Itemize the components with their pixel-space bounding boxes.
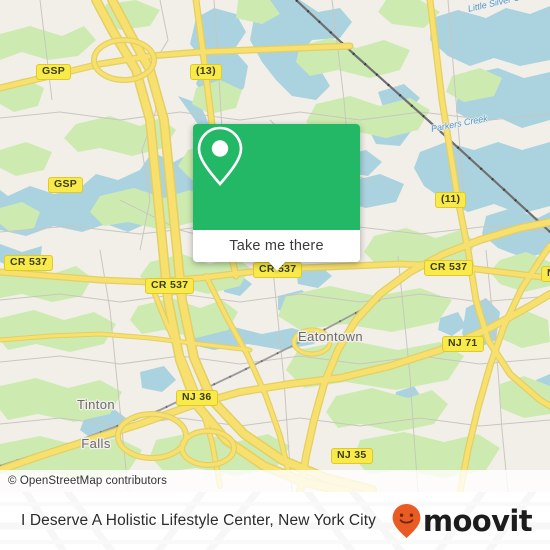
take-me-there-button[interactable]: Take me there [193,230,360,262]
osm-attribution-text: © OpenStreetMap contributors [8,475,167,487]
popup-pointer-tail [267,261,286,271]
osm-attribution[interactable]: © OpenStreetMap contributors [0,470,550,492]
map-pin-icon [197,126,243,186]
footer-bar: I Deserve A Holistic Lifestyle Center, N… [0,492,550,550]
take-me-there-label: Take me there [229,238,324,254]
moovit-smiley-pin-icon [392,504,421,538]
destination-popup-card[interactable]: Take me there [193,124,360,271]
moovit-logo[interactable]: moovit [391,503,533,539]
map-canvas[interactable]: Tinton Falls Eatontown Little Silver Cre… [0,0,550,492]
moovit-map-screenshot: Tinton Falls Eatontown Little Silver Cre… [0,0,550,550]
popup-image-area [193,124,360,230]
moovit-wordmark: moovit [422,503,533,538]
location-caption: I Deserve A Holistic Lifestyle Center, N… [21,512,376,529]
